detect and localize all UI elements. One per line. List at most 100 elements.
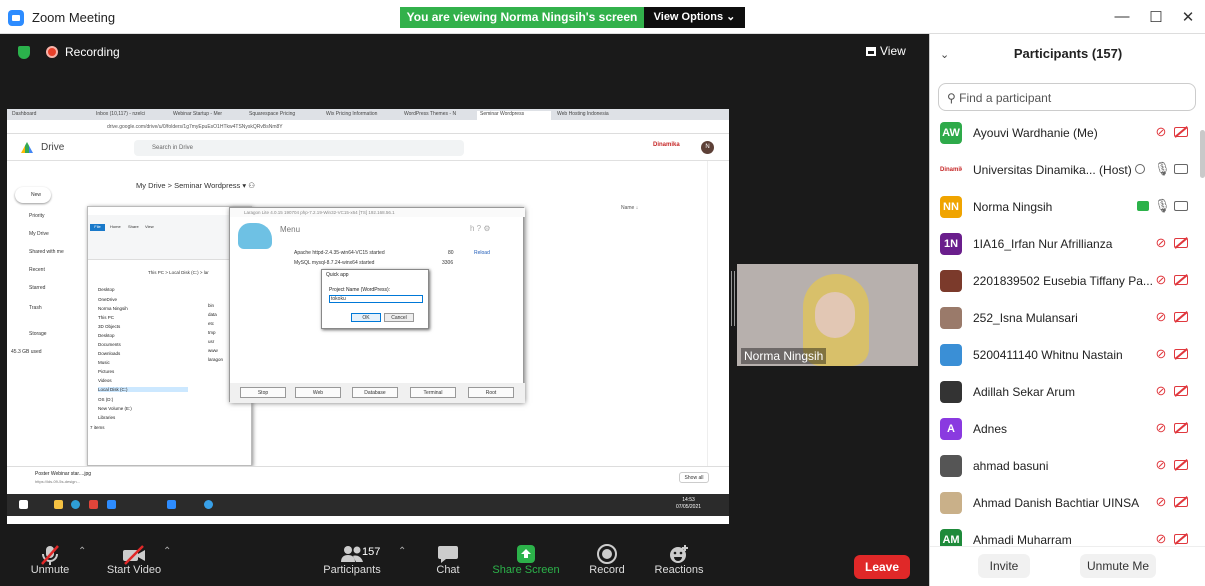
camera-off-icon bbox=[1174, 349, 1188, 359]
laragon-title: Laragon Lite 4.0.15 190704 php-7.2.19-Wi… bbox=[230, 208, 525, 217]
leave-button[interactable]: Leave bbox=[854, 555, 910, 579]
participant-avatar bbox=[940, 381, 962, 403]
drive-side-item: Starred bbox=[29, 285, 46, 291]
participant-list-scrollbar[interactable] bbox=[1200, 130, 1205, 178]
participant-row[interactable]: A Adnes ⊘ bbox=[930, 412, 1196, 449]
drive-side-item: Storage bbox=[29, 331, 47, 337]
unmute-button[interactable]: Unmute bbox=[22, 538, 78, 586]
search-icon: ⚲ bbox=[947, 91, 956, 105]
mic-muted-icon: ⊘ bbox=[1155, 309, 1167, 324]
explorer-tree-item: OS (D:) bbox=[98, 397, 114, 402]
participant-row[interactable]: AW Ayouvi Wardhanie (Me) ⊘ bbox=[930, 116, 1196, 153]
chat-button[interactable]: Chat bbox=[428, 538, 468, 586]
recording-icon bbox=[46, 46, 58, 58]
reactions-button[interactable]: Reactions bbox=[648, 538, 710, 586]
laragon-web: Web bbox=[295, 387, 341, 398]
camera-off-icon bbox=[1174, 312, 1188, 322]
explorer-file-tab: File bbox=[90, 224, 105, 231]
participants-caret-icon[interactable]: ⌃ bbox=[398, 546, 406, 557]
explorer-folder: www bbox=[208, 348, 218, 353]
zoom-taskbar-icon bbox=[107, 500, 116, 509]
laragon-root: Root bbox=[468, 387, 514, 398]
audio-options-caret-icon[interactable]: ⌃ bbox=[78, 546, 86, 557]
participant-row[interactable]: Dinamika Universitas Dinamika... (Host) 🎙 bbox=[930, 153, 1196, 190]
participant-row[interactable]: Ahmad Danish Bachtiar UINSA ⊘ bbox=[930, 486, 1196, 523]
participant-name: Universitas Dinamika... (Host) bbox=[973, 163, 1132, 177]
video-options-caret-icon[interactable]: ⌃ bbox=[163, 546, 171, 557]
participant-video-face bbox=[815, 292, 855, 338]
participant-name: ahmad basuni bbox=[973, 459, 1049, 473]
view-options-button[interactable]: View Options ⌄ bbox=[644, 7, 745, 28]
start-video-label: Start Video bbox=[106, 564, 162, 576]
drive-side-item: Recent bbox=[29, 267, 45, 273]
participant-search-input[interactable]: ⚲ Find a participant bbox=[938, 83, 1196, 111]
laragon-service: Apache httpd-2.4.35-win64-VC15 started bbox=[294, 250, 385, 256]
drive-new-button: New bbox=[15, 187, 51, 203]
laragon-help: h ? ⚙ bbox=[470, 224, 491, 233]
quick-app-ok: OK bbox=[351, 313, 381, 322]
chat-label: Chat bbox=[436, 564, 460, 576]
drive-brand: Dinamika bbox=[653, 142, 680, 148]
participant-row[interactable]: AM Ahmadi Muharram ⊘ bbox=[930, 523, 1196, 546]
participant-row[interactable]: 1N 1IA16_Irfan Nur Afrillianza ⊘ bbox=[930, 227, 1196, 264]
camera-icon bbox=[1174, 201, 1188, 211]
unmute-me-button[interactable]: Unmute Me bbox=[1080, 554, 1156, 578]
browser-tab: Web Hosting Indonesia bbox=[557, 111, 609, 117]
drive-name-column: Name ↓ bbox=[621, 205, 639, 211]
host-indicator-icon bbox=[1135, 164, 1145, 174]
camera-off-icon bbox=[1174, 238, 1188, 248]
explorer-status: 7 items bbox=[90, 425, 105, 430]
view-button[interactable]: View bbox=[866, 44, 906, 58]
windows-start-icon bbox=[19, 500, 28, 509]
reactions-icon bbox=[648, 538, 710, 564]
mic-on-icon: 🎙 bbox=[1154, 198, 1171, 213]
recording-label: Recording bbox=[65, 45, 120, 59]
participants-title: Participants (157) bbox=[1013, 46, 1123, 61]
record-button[interactable]: Record bbox=[584, 538, 630, 586]
explorer-folder: laragon bbox=[208, 357, 224, 362]
participant-row[interactable]: 5200411140 Whitnu Nastain ⊘ bbox=[930, 338, 1196, 375]
explorer-tree-item: Desktop bbox=[98, 287, 115, 292]
laragon-button-row: Stop Web Database Terminal Root bbox=[230, 383, 525, 403]
explorer-tree-item-selected: Local Disk (C:) bbox=[98, 387, 188, 392]
explorer-folder: etc bbox=[208, 321, 215, 326]
download-show-all: Show all bbox=[679, 472, 709, 483]
participant-row[interactable]: 2201839502 Eusebia Tiffany Pa... ⊘ bbox=[930, 264, 1196, 301]
participant-name: 1IA16_Irfan Nur Afrillianza bbox=[973, 237, 1113, 251]
participant-row[interactable]: ahmad basuni ⊘ bbox=[930, 449, 1196, 486]
maximize-button[interactable]: ☐ bbox=[1146, 8, 1166, 26]
window-title-bar: Zoom Meeting You are viewing Norma Nings… bbox=[0, 0, 1205, 34]
shared-screen: Dashboard Inbox (10,117) - nzelci Webina… bbox=[7, 109, 729, 524]
participants-button[interactable]: 157 Participants bbox=[316, 538, 388, 586]
drive-right-rail bbox=[707, 161, 729, 481]
security-shield-icon[interactable] bbox=[18, 46, 30, 59]
mic-muted-icon: ⊘ bbox=[1155, 457, 1167, 472]
participant-name: 5200411140 Whitnu Nastain bbox=[973, 348, 1123, 362]
participant-search-placeholder: Find a participant bbox=[959, 91, 1052, 105]
minimize-button[interactable]: — bbox=[1112, 8, 1132, 25]
explorer-tree-item: Pictures bbox=[98, 369, 115, 374]
explorer-path: This PC > Local Disk (C:) > lar bbox=[148, 270, 209, 275]
invite-button[interactable]: Invite bbox=[978, 554, 1030, 578]
participant-row[interactable]: NN Norma Ningsih 🎙 bbox=[930, 190, 1196, 227]
quick-app-input: tokoku bbox=[329, 295, 423, 303]
browser-tab-active: Seminar Wordpress bbox=[477, 111, 551, 120]
split-divider-handle[interactable] bbox=[731, 271, 735, 326]
share-screen-button[interactable]: Share Screen bbox=[490, 538, 562, 586]
participant-row[interactable]: 252_Isna Mulansari ⊘ bbox=[930, 301, 1196, 338]
participant-avatar bbox=[940, 492, 962, 514]
participant-row[interactable]: Adillah Sekar Arum ⊘ bbox=[930, 375, 1196, 412]
video-tile[interactable]: Norma Ningsih bbox=[737, 264, 918, 366]
explorer-tab: Share bbox=[128, 224, 139, 229]
file-explorer-window: File Home Share View This PC > Local Dis… bbox=[87, 206, 253, 466]
close-button[interactable]: ✕ bbox=[1178, 8, 1198, 26]
window-title: Zoom Meeting bbox=[32, 10, 116, 25]
start-video-button[interactable]: Start Video bbox=[102, 538, 166, 586]
zoom-app-icon bbox=[8, 10, 24, 26]
download-file-name: Poster Webinar star....jpg bbox=[35, 471, 92, 477]
participant-avatar: NN bbox=[940, 196, 962, 218]
unmute-label: Unmute bbox=[30, 564, 70, 576]
browser-tab: Wix Pricing Information bbox=[326, 111, 378, 117]
camera-off-icon bbox=[1174, 534, 1188, 544]
browser-tab: Squarespace Pricing bbox=[249, 111, 296, 117]
